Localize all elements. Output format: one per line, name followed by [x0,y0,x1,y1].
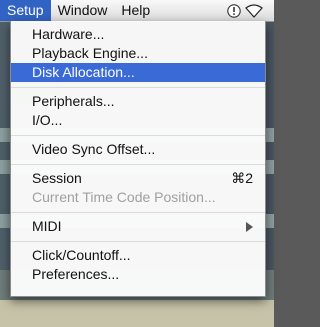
menu-item-video-sync-offset[interactable]: Video Sync Offset... [11,140,265,159]
menu-item-playback-engine[interactable]: Playback Engine... [11,44,265,63]
menu-item-preferences[interactable]: Preferences... [11,265,265,284]
menu-item-disk-allocation[interactable]: Disk Allocation... [11,63,265,82]
menubar-item-window[interactable]: Window [51,0,115,21]
wifi-icon[interactable] [244,0,264,21]
menu-item-peripherals[interactable]: Peripherals... [11,92,265,111]
menu-separator [11,241,265,242]
session-shortcut: ⌘2 [231,170,253,186]
menu-item-session[interactable]: Session ⌘2 [11,169,265,188]
menu-separator [11,212,265,213]
submenu-arrow-icon [246,222,253,232]
menu-separator [11,135,265,136]
menu-item-session-label: Session [32,170,82,186]
menubar-item-help[interactable]: Help [114,0,157,21]
menu-item-midi-label: MIDI [32,218,62,234]
menu-separator [11,164,265,165]
menu-item-midi[interactable]: MIDI [11,217,265,236]
menu-item-click-countoff[interactable]: Click/Countoff... [11,246,265,265]
script-menu-icon[interactable] [224,0,244,21]
background-bottom-bar [0,300,274,327]
menu-item-hardware[interactable]: Hardware... [11,25,265,44]
menubar: Setup Window Help [0,0,274,22]
menubar-item-setup[interactable]: Setup [0,0,51,21]
menu-separator [11,87,265,88]
menu-item-current-time-code-position: Current Time Code Position... [32,189,216,205]
menu-item-io[interactable]: I/O... [11,111,265,130]
setup-menu: Hardware... Playback Engine... Disk Allo… [10,21,266,297]
